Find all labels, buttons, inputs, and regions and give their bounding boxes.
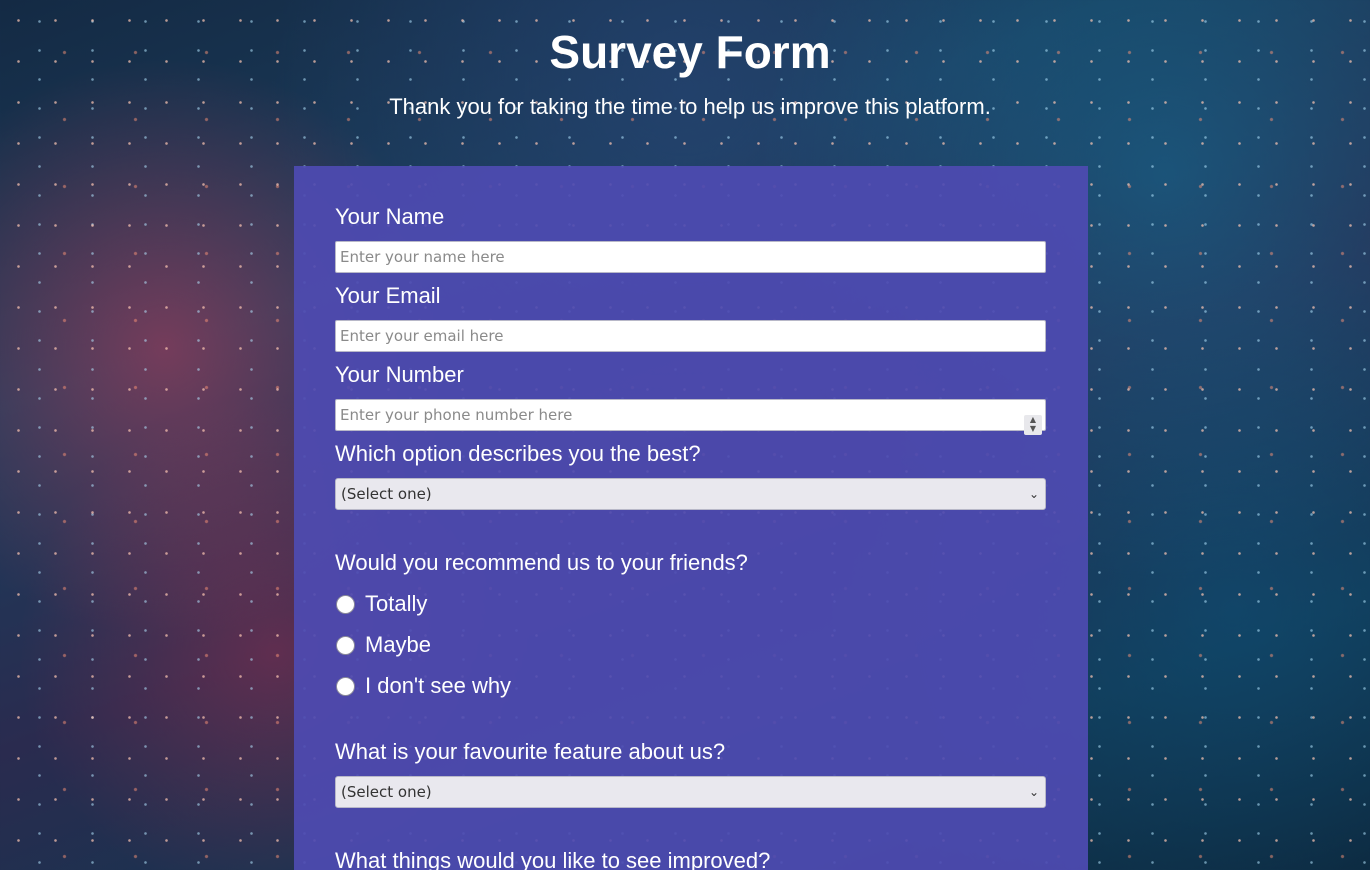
email-label: Your Email	[335, 283, 441, 308]
radio-button[interactable]	[336, 676, 355, 696]
name-input[interactable]	[335, 241, 1046, 273]
radio-option-dont-see-why[interactable]: I don't see why	[335, 673, 1046, 699]
radio-label: Totally	[365, 591, 428, 616]
radio-label: Maybe	[365, 632, 432, 657]
chevron-down-icon: ⌄	[1028, 785, 1039, 799]
role-dropdown-value: (Select one)	[341, 485, 432, 503]
recommend-label: Would you recommend us to your friends?	[335, 550, 748, 575]
chevron-down-icon: ⌄	[1028, 487, 1039, 501]
feature-dropdown-value: (Select one)	[341, 783, 432, 801]
feature-dropdown[interactable]: (Select one) ⌄	[335, 776, 1046, 808]
radio-label: I don't see why	[365, 673, 512, 698]
radio-button[interactable]	[336, 594, 355, 614]
number-input[interactable]	[335, 399, 1046, 431]
survey-form: Your Name Your Email Your Number ▲▼ Whic…	[294, 166, 1088, 870]
radio-option-totally[interactable]: Totally	[335, 591, 1046, 617]
role-label: Which option describes you the best?	[335, 441, 701, 466]
improve-label: What things would you like to see improv…	[335, 848, 771, 870]
page-description: Thank you for taking the time to help us…	[389, 94, 991, 119]
number-spinner-icon[interactable]: ▲ ▼	[1024, 415, 1042, 435]
role-dropdown[interactable]: (Select one) ⌄	[335, 478, 1046, 510]
radio-option-maybe[interactable]: Maybe	[335, 632, 1046, 658]
number-label: Your Number	[335, 362, 464, 387]
number-field: ▲▼	[335, 399, 1046, 435]
page-header: Survey Form Thank you for taking the tim…	[0, 0, 1370, 120]
feature-label: What is your favourite feature about us?	[335, 739, 726, 764]
email-input[interactable]	[335, 320, 1046, 352]
page-title: Survey Form	[549, 26, 831, 78]
name-label: Your Name	[335, 204, 445, 229]
radio-button[interactable]	[336, 635, 355, 655]
